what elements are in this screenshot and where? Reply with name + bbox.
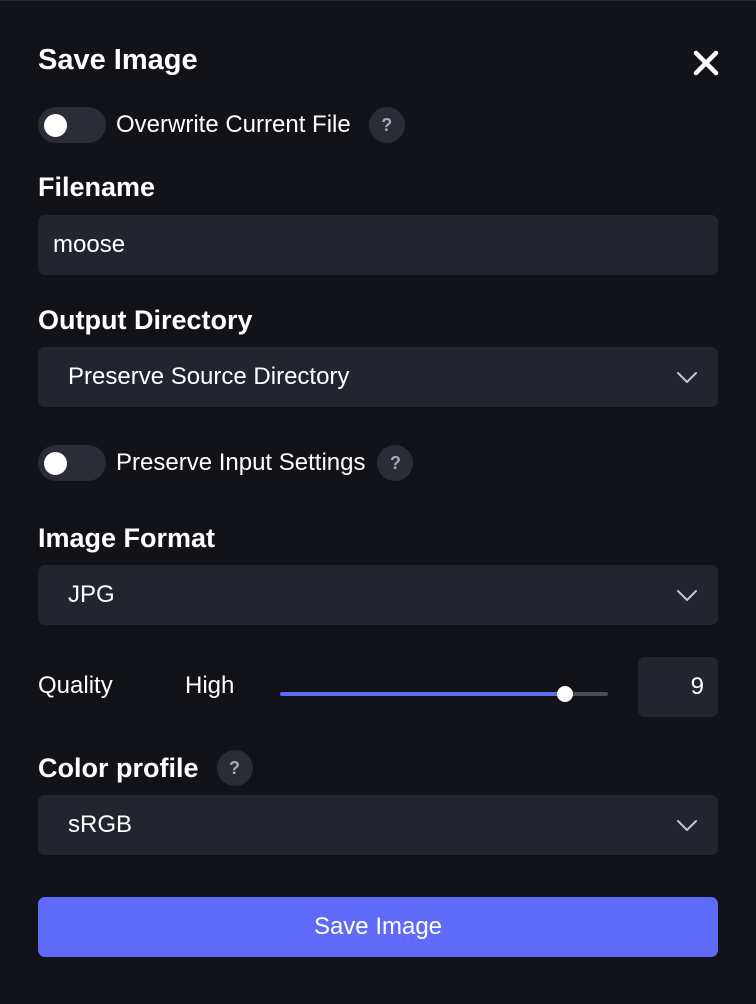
close-button[interactable] bbox=[688, 45, 724, 81]
output-directory-value: Preserve Source Directory bbox=[68, 363, 350, 390]
preserve-input-help-icon[interactable]: ? bbox=[377, 445, 414, 481]
color-profile-help-icon[interactable]: ? bbox=[216, 750, 253, 786]
color-profile-value: sRGB bbox=[68, 811, 133, 838]
image-format-value: JPG bbox=[68, 581, 115, 608]
overwrite-row: Overwrite Current File ? bbox=[38, 107, 405, 143]
dialog-title: Save Image bbox=[38, 44, 198, 76]
save-image-button[interactable]: Save Image bbox=[38, 897, 718, 957]
filename-input[interactable] bbox=[38, 215, 718, 275]
slider-thumb[interactable] bbox=[557, 686, 574, 702]
close-icon bbox=[693, 50, 719, 76]
color-profile-select[interactable]: sRGB bbox=[38, 795, 718, 855]
color-profile-label: Color profile bbox=[38, 752, 199, 783]
chevron-down-icon bbox=[677, 590, 697, 601]
preserve-input-row: Preserve Input Settings ? bbox=[38, 445, 414, 481]
image-format-label: Image Format bbox=[38, 523, 216, 553]
output-directory-select[interactable]: Preserve Source Directory bbox=[38, 347, 718, 407]
overwrite-help-icon[interactable]: ? bbox=[368, 107, 405, 143]
save-image-dialog: Save Image Overwrite Current File ? File… bbox=[0, 0, 756, 1004]
overwrite-toggle[interactable] bbox=[38, 107, 106, 143]
filename-field-wrapper bbox=[38, 215, 718, 275]
slider-fill bbox=[280, 692, 566, 696]
quality-level-text: High bbox=[185, 672, 235, 699]
toggle-knob bbox=[44, 452, 67, 475]
chevron-down-icon bbox=[677, 372, 697, 383]
image-format-select[interactable]: JPG bbox=[38, 565, 718, 625]
quality-label: Quality bbox=[38, 672, 113, 699]
quality-row: Quality High 9 bbox=[38, 656, 718, 718]
quality-slider[interactable] bbox=[280, 681, 608, 707]
preserve-input-label: Preserve Input Settings bbox=[116, 449, 366, 476]
color-profile-row: Color profile ? bbox=[38, 750, 253, 786]
overwrite-label: Overwrite Current File bbox=[116, 111, 351, 138]
quality-number-input[interactable]: 9 bbox=[638, 657, 718, 717]
filename-label: Filename bbox=[38, 172, 156, 202]
chevron-down-icon bbox=[677, 820, 697, 831]
output-directory-label: Output Directory bbox=[38, 305, 253, 335]
preserve-input-toggle[interactable] bbox=[38, 445, 106, 481]
toggle-knob bbox=[44, 114, 67, 137]
